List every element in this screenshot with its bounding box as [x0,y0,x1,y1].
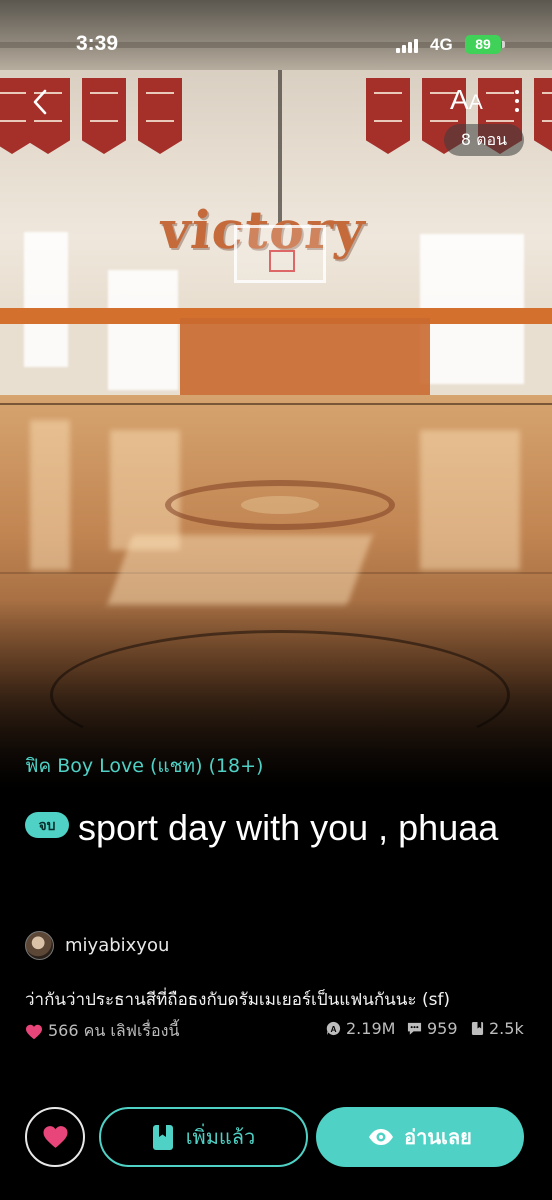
font-size-label: A [450,84,469,115]
font-size-button[interactable]: AA [450,84,483,116]
battery-icon: 89 [465,35,505,54]
views-icon: A [326,1021,341,1036]
comments-stat: 959 [407,1019,458,1038]
added-to-library-button[interactable]: เพิ่มแล้ว [99,1107,308,1167]
author-name: miyabixyou [65,934,170,956]
network-type: 4G [430,35,453,54]
window-light [24,232,68,367]
eye-icon [369,1129,394,1145]
chevron-left-icon [33,89,47,115]
status-bar: 3:39 4G 89 [0,0,552,90]
center-circle [165,480,395,530]
svg-text:A: A [330,1024,336,1034]
font-size-label-small: A [468,91,483,114]
heart-icon [26,1024,42,1039]
chapter-count-badge[interactable]: 8 ตอน [444,124,524,156]
story-category[interactable]: ฟิค Boy Love (แชท) (18+) [25,751,263,781]
more-options-button[interactable] [507,86,527,116]
basketball-backboard [234,225,326,283]
sunlight-reflection [420,430,520,570]
likes-count: 566 คน เลิฟเรื่องนี้ [48,1021,180,1040]
signal-icon [396,38,420,53]
read-now-button[interactable]: อ่านเลย [316,1107,524,1167]
likes-stat: 566 คน เลิฟเรื่องนี้ [25,1019,179,1044]
favorite-button[interactable] [25,1107,85,1167]
bookmarks-stat: 2.5k [471,1019,524,1038]
story-stats: 566 คน เลิฟเรื่องนี้ A 2.19M 959 2.5k [25,1019,525,1041]
views-stat: A 2.19M [326,1019,395,1038]
completed-badge: จบ [25,812,69,839]
comments-count: 959 [427,1019,458,1038]
sunlight-reflection [107,535,373,605]
book-icon [471,1022,484,1035]
sunlight-reflection [110,430,180,550]
story-title: sport day with you , phuaa [78,807,499,848]
story-cover-image: victory [0,0,552,790]
court-line [0,403,552,405]
added-label: เพิ่มแล้ว [185,1125,256,1149]
bookmarks-count: 2.5k [489,1019,524,1038]
back-button[interactable] [22,84,58,120]
views-count: 2.19M [346,1019,396,1038]
story-title-block: จบ sport day with you , phuaa [25,792,525,864]
story-description: ว่ากันว่าประธานสีที่ถือธงกับดรัมเมเยอร์เ… [25,990,451,1010]
status-time: 3:39 [76,32,119,55]
comment-icon [407,1022,422,1035]
heart-icon [43,1126,67,1148]
author-row[interactable]: miyabixyou [25,930,169,960]
read-label: อ่านเลย [404,1125,472,1149]
author-avatar [25,930,54,960]
window-light [108,270,178,390]
wall-pad [180,318,430,396]
sunlight-reflection [30,420,70,570]
bookmark-book-icon [152,1124,173,1150]
